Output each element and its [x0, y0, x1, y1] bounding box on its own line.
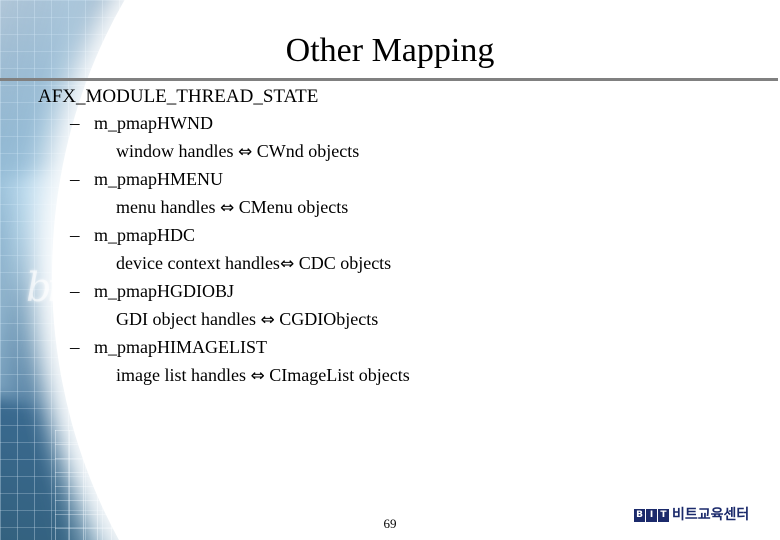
list-item-detail: window handles ⇔ CWnd objects [94, 137, 780, 166]
list-item-name: m_pmapHGDIOBJ [94, 281, 234, 301]
list-item-name: m_pmapHWND [94, 113, 213, 133]
detail-right-text: CDC objects [298, 253, 392, 273]
bullet-marker-icon: – [70, 337, 80, 358]
slide-title: Other Mapping [285, 32, 495, 69]
detail-right-text: CMenu objects [238, 197, 349, 217]
list-item: – m_pmapHMENU menu handles ⇔ CMenu objec… [38, 166, 780, 222]
bit-logo-mark-icon: B I T [634, 509, 669, 522]
double-arrow-icon: ⇔ [279, 254, 295, 274]
list-item: – m_pmapHWND window handles ⇔ CWnd objec… [38, 110, 780, 166]
logo-letter-b: B [634, 509, 645, 522]
double-arrow-icon: ⇔ [260, 310, 275, 330]
list-item: – m_pmapHIMAGELIST image list handles ⇔ … [38, 334, 780, 390]
list-item-name: m_pmapHDC [94, 225, 195, 245]
list-item-detail: device context handles⇔ CDC objects [94, 249, 780, 278]
slide-body: AFX_MODULE_THREAD_STATE – m_pmapHWND win… [0, 84, 780, 390]
detail-right-text: CWnd objects [256, 141, 360, 161]
bullet-marker-icon: – [70, 169, 80, 190]
detail-right-text: CGDIObjects [279, 309, 379, 329]
detail-left-text: device context handles [116, 253, 280, 273]
list-item-detail: image list handles ⇔ CImageList objects [94, 361, 780, 390]
double-arrow-icon: ⇔ [219, 198, 235, 218]
bullet-marker-icon: – [70, 225, 80, 246]
bit-logo: B I T 비트교육센터 [634, 508, 749, 523]
slide: bit Other Mapping AFX_MODULE_THREAD_STAT… [0, 0, 780, 540]
detail-left-text: GDI object handles [116, 309, 256, 329]
double-arrow-icon: ⇔ [250, 366, 265, 386]
list-heading: AFX_MODULE_THREAD_STATE [38, 86, 319, 107]
list-item: – m_pmapHDC device context handles⇔ CDC … [38, 222, 780, 278]
title-divider [0, 78, 778, 81]
detail-right-text: CImageList objects [269, 365, 410, 385]
double-arrow-icon: ⇔ [237, 142, 253, 162]
detail-left-text: image list handles [116, 365, 246, 385]
list-item: – m_pmapHGDIOBJ GDI object handles ⇔ CGD… [38, 278, 780, 334]
detail-left-text: window handles [116, 141, 234, 161]
logo-letter-i: I [646, 509, 657, 522]
list-item-name: m_pmapHIMAGELIST [94, 337, 267, 357]
list-item-name: m_pmapHMENU [94, 169, 223, 189]
logo-letter-t: T [658, 509, 669, 522]
list-item-detail: GDI object handles ⇔ CGDIObjects [94, 305, 780, 334]
bullet-marker-icon: – [70, 113, 80, 134]
detail-left-text: menu handles [116, 197, 216, 217]
bullet-marker-icon: – [70, 281, 80, 302]
list-item-detail: menu handles ⇔ CMenu objects [94, 193, 780, 222]
body-list: AFX_MODULE_THREAD_STATE – m_pmapHWND win… [0, 84, 780, 390]
bit-logo-text: 비트교육센터 [672, 507, 750, 523]
